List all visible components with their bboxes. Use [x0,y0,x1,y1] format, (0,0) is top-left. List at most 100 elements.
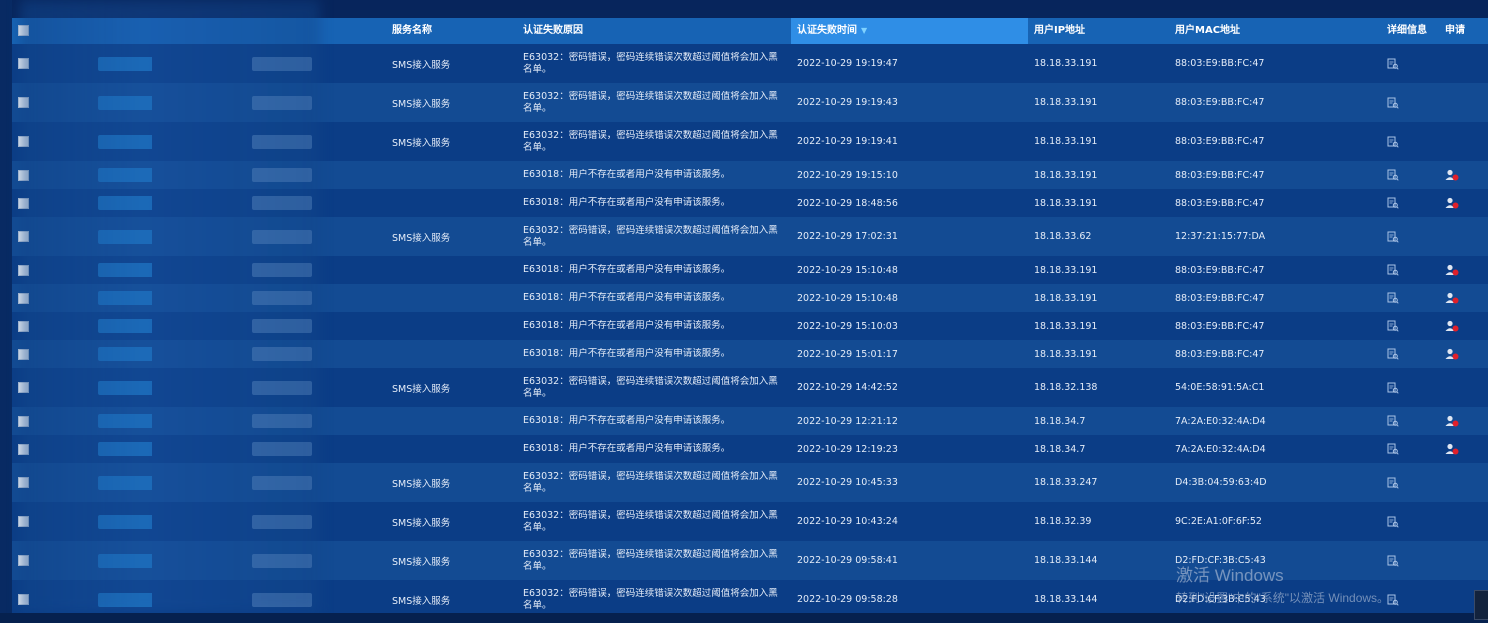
detail-magnifier-icon[interactable] [1387,348,1399,360]
user-apply-icon[interactable] [1445,348,1459,360]
row-select-cell[interactable] [12,97,32,108]
row-select-cell[interactable] [12,58,32,69]
row-select-cell[interactable] [12,555,32,566]
header-user-mac[interactable]: 用户MAC地址 [1169,18,1379,44]
row-checkbox[interactable] [18,594,29,605]
table-row[interactable]: SMS接入服务 E63032：密码错误，密码连续错误次数超过阈值将会加入黑名单。 2… [12,44,1488,83]
user-apply-icon[interactable] [1445,443,1459,455]
detail-magnifier-icon[interactable] [1387,320,1399,332]
table-row[interactable]: SMS接入服务 E63032：密码错误，密码连续错误次数超过阈值将会加入黑名单。 2… [12,122,1488,161]
table-row[interactable]: E63018：用户不存在或者用户没有申请该服务。 2022-10-29 15:10… [12,256,1488,284]
table-row[interactable]: E63018：用户不存在或者用户没有申请该服务。 2022-10-29 15:01… [12,340,1488,368]
row-select-cell[interactable] [12,348,32,360]
redacted-block [98,553,152,568]
row-select-cell[interactable] [12,415,32,427]
row-select-cell[interactable] [12,516,32,527]
taskbar-thumbnail[interactable] [1474,590,1488,620]
user-apply-icon[interactable] [1445,264,1459,276]
table-row[interactable]: SMS接入服务 E63032：密码错误，密码连续错误次数超过阈值将会加入黑名单。 2… [12,463,1488,502]
row-select-cell[interactable] [12,292,32,304]
table-row[interactable]: SMS接入服务 E63032：密码错误，密码连续错误次数超过阈值将会加入黑名单。 2… [12,502,1488,541]
row-select-cell[interactable] [12,169,32,181]
row-select-cell[interactable] [12,264,32,276]
detail-magnifier-icon[interactable] [1387,58,1399,70]
row-checkbox[interactable] [18,555,29,566]
detail-magnifier-icon[interactable] [1387,136,1399,148]
row-checkbox[interactable] [18,169,29,181]
detail-magnifier-icon[interactable] [1387,382,1399,394]
table-row[interactable]: SMS接入服务 E63032：密码错误，密码连续错误次数超过阈值将会加入黑名单。 2… [12,368,1488,407]
header-user-ip[interactable]: 用户IP地址 [1028,18,1169,44]
redacted-block [98,196,152,210]
row-checkbox[interactable] [18,292,29,304]
detail-magnifier-icon[interactable] [1387,415,1399,427]
detail-magnifier-icon[interactable] [1387,292,1399,304]
detail-magnifier-icon[interactable] [1387,443,1399,455]
user-apply-icon[interactable] [1445,320,1459,332]
row-select-cell[interactable] [12,136,32,147]
row-select-cell[interactable] [12,320,32,332]
table-row[interactable]: E63018：用户不存在或者用户没有申请该服务。 2022-10-29 18:48… [12,189,1488,217]
detail-magnifier-icon[interactable] [1387,516,1399,528]
user-ip-cell: 18.18.34.7 [1034,415,1086,427]
header-failure-reason[interactable]: 认证失败原因 [519,18,791,44]
detail-magnifier-icon[interactable] [1387,264,1399,276]
failure-time-cell: 2022-10-29 19:15:10 [797,169,898,181]
watermark-subtitle: 转到"设置"中的"系统"以激活 Windows。 [1176,591,1390,605]
select-all-checkbox[interactable] [18,24,29,36]
user-apply-icon[interactable] [1445,197,1459,209]
row-checkbox[interactable] [18,516,29,527]
table-row[interactable]: E63018：用户不存在或者用户没有申请该服务。 2022-10-29 19:15… [12,161,1488,189]
redacted-cell [152,56,352,71]
detail-magnifier-icon[interactable] [1387,197,1399,209]
row-select-cell[interactable] [12,594,32,605]
row-checkbox[interactable] [18,231,29,242]
failure-time-cell: 2022-10-29 12:19:23 [797,443,898,455]
table-row[interactable]: E63018：用户不存在或者用户没有申请该服务。 2022-10-29 15:10… [12,312,1488,340]
redacted-cell [32,380,152,395]
row-checkbox[interactable] [18,264,29,276]
redacted-block [98,291,152,305]
header-select-all[interactable] [12,18,32,44]
redacted-block [252,263,312,277]
redacted-block [252,347,312,361]
detail-magnifier-icon[interactable] [1387,477,1399,489]
row-select-cell[interactable] [12,197,32,209]
row-select-cell[interactable] [12,477,32,488]
row-checkbox[interactable] [18,348,29,360]
detail-magnifier-icon[interactable] [1387,97,1399,109]
redacted-cell [152,95,352,110]
table-row[interactable]: E63018：用户不存在或者用户没有申请该服务。 2022-10-29 15:10… [12,284,1488,312]
row-checkbox[interactable] [18,477,29,488]
detail-magnifier-icon[interactable] [1387,231,1399,243]
header-failure-time[interactable]: 认证失败时间 ▼ [791,18,1028,44]
row-checkbox[interactable] [18,443,29,455]
row-select-cell[interactable] [12,382,32,393]
table-row[interactable]: E63018：用户不存在或者用户没有申请该服务。 2022-10-29 12:21… [12,407,1488,435]
user-apply-icon[interactable] [1445,169,1459,181]
detail-magnifier-icon[interactable] [1387,169,1399,181]
row-checkbox[interactable] [18,415,29,427]
user-mac-cell: 7A:2A:E0:32:4A:D4 [1175,443,1266,455]
redacted-cell [152,592,352,607]
detail-cell [1379,348,1435,360]
service-name-cell: SMS接入服务 [392,137,451,149]
user-mac-cell: 88:03:E9:BB:FC:47 [1175,136,1265,147]
user-mac-cell: 12:37:21:15:77:DA [1175,231,1266,242]
table-row[interactable]: E63018：用户不存在或者用户没有申请该服务。 2022-10-29 12:19… [12,435,1488,463]
row-checkbox[interactable] [18,320,29,332]
header-service-name[interactable]: 服务名称 [352,18,519,44]
failure-reason-cell: E63032：密码错误，密码连续错误次数超过阈值将会加入黑名单。 [523,375,778,399]
row-checkbox[interactable] [18,382,29,393]
user-apply-icon[interactable] [1445,292,1459,304]
row-checkbox[interactable] [18,136,29,147]
row-select-cell[interactable] [12,443,32,455]
row-checkbox[interactable] [18,58,29,69]
failure-reason-cell: E63032：密码错误，密码连续错误次数超过阈值将会加入黑名单。 [523,51,778,75]
row-checkbox[interactable] [18,97,29,108]
table-row[interactable]: SMS接入服务 E63032：密码错误，密码连续错误次数超过阈值将会加入黑名单。 2… [12,217,1488,256]
table-row[interactable]: SMS接入服务 E63032：密码错误，密码连续错误次数超过阈值将会加入黑名单。 2… [12,83,1488,122]
row-checkbox[interactable] [18,197,29,209]
row-select-cell[interactable] [12,231,32,242]
user-apply-icon[interactable] [1445,415,1459,427]
